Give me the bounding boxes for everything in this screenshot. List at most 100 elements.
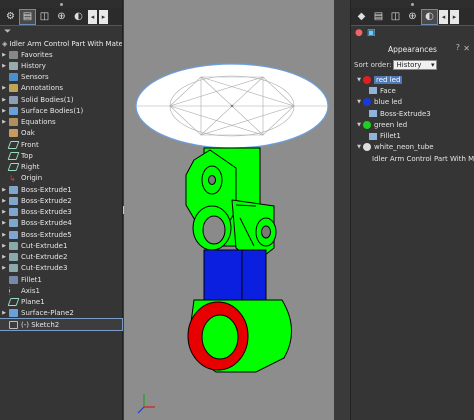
appearance-item[interactable]: ▼ green led: [351, 119, 474, 130]
tree-item-label: Boss-Extrude1: [21, 185, 72, 194]
tree-item[interactable]: ▶ Boss-Extrude4: [0, 218, 122, 229]
help-icon[interactable]: ?: [456, 43, 460, 52]
expand-icon[interactable]: ▶: [0, 265, 8, 271]
feature-icon: [9, 208, 18, 217]
tree-item[interactable]: Top: [0, 150, 122, 161]
red-led-ring[interactable]: [187, 301, 249, 371]
appearance-child[interactable]: Boss-Extrude3: [351, 108, 474, 119]
expand-icon[interactable]: ▶: [0, 310, 8, 316]
blue-shaft[interactable]: [203, 249, 267, 309]
tree-item[interactable]: ▶ History: [0, 60, 122, 71]
expand-icon[interactable]: ▶: [0, 209, 8, 215]
display-manager-panel: ◆ ▤ ◫ ⊕ ◐ ◂ ▸ ● ▣ Appearances ? ✕ Sort order: …: [350, 0, 474, 420]
tree-item[interactable]: ▶ Surface Bodies(1): [0, 105, 122, 116]
appearance-child[interactable]: Idler Arm Control Part With Ma: [351, 153, 474, 164]
rp-tab-display[interactable]: ◐: [421, 8, 438, 25]
rp-tab-appearances[interactable]: ◆: [354, 10, 369, 24]
tree-item[interactable]: ▶ Cut-Extrude3: [0, 263, 122, 274]
collapse-icon[interactable]: ▼: [355, 122, 363, 128]
tree-item[interactable]: ▶ Boss-Extrude1: [0, 184, 122, 195]
decals-icon[interactable]: ▣: [367, 28, 376, 38]
coordinate-triad-icon: [137, 394, 155, 414]
appearance-item[interactable]: ▼ red led: [351, 74, 474, 85]
gear-icon[interactable]: ⚙: [3, 10, 18, 24]
expand-icon[interactable]: ▶: [0, 198, 8, 204]
feature-icon: [9, 84, 18, 93]
tree-item[interactable]: ▶ Favorites: [0, 49, 122, 60]
tree-item[interactable]: ↳ Origin: [0, 173, 122, 184]
tree-item[interactable]: ▶ Solid Bodies(1): [0, 94, 122, 105]
tree-item[interactable]: Oak: [0, 128, 122, 139]
rp-tab-target[interactable]: ⊕: [405, 10, 420, 24]
tree-item[interactable]: ▶ Cut-Extrude2: [0, 252, 122, 263]
expand-icon[interactable]: ▶: [0, 220, 8, 226]
rp-tab-list[interactable]: ▤: [371, 10, 386, 24]
tree-item[interactable]: (-) Sketch2: [0, 317, 123, 332]
part-root-node[interactable]: ◈ Idler Arm Control Part With Material (…: [0, 38, 122, 49]
arrow-left-icon[interactable]: ◂: [88, 9, 97, 24]
expand-icon[interactable]: ▶: [0, 243, 8, 249]
part-icon: ◈: [2, 39, 8, 48]
feature-icon: [369, 87, 377, 95]
rp-tab-config[interactable]: ◫: [388, 10, 403, 24]
arrow-left-icon[interactable]: ◂: [439, 9, 448, 24]
appearance-item[interactable]: ▼ blue led: [351, 97, 474, 108]
tree-item[interactable]: Fillet1: [0, 274, 122, 285]
tree-item-label: Surface-Plane2: [21, 309, 74, 318]
tree-item[interactable]: ▶ Boss-Extrude2: [0, 195, 122, 206]
appearance-ball-icon[interactable]: ●: [355, 28, 363, 38]
filter-icon[interactable]: ⏷: [0, 26, 122, 38]
expand-icon[interactable]: ▶: [0, 52, 8, 58]
appearance-item[interactable]: ▼ white_neon_tube: [351, 142, 474, 153]
expand-icon[interactable]: ▶: [0, 119, 8, 125]
chevron-down-icon: ▾: [430, 61, 435, 69]
crosshair-icon[interactable]: ⊕: [54, 10, 69, 24]
tree-item[interactable]: ▶ Cut-Extrude1: [0, 240, 122, 251]
tree-item[interactable]: Sensors: [0, 72, 122, 83]
tree-item[interactable]: ▶ Boss-Extrude3: [0, 207, 122, 218]
expand-icon[interactable]: ▶: [0, 63, 8, 69]
tree-item[interactable]: ▶ Annotations: [0, 83, 122, 94]
sort-order-value: History: [396, 61, 422, 69]
feature-tree: ▶ Favorites ▶ History Sensors ▶ Annotations ▶ So…: [0, 49, 123, 332]
config-icon[interactable]: ◫: [37, 10, 52, 24]
tree-item[interactable]: ▶ Surface-Plane2: [0, 308, 122, 319]
arrow-right-icon[interactable]: ▸: [450, 9, 459, 24]
feature-icon: [9, 118, 18, 127]
expand-icon[interactable]: ▶: [0, 97, 8, 103]
appearance-label: Fillet1: [380, 132, 401, 141]
feature-icon: [9, 73, 18, 82]
sort-order-select[interactable]: History ▾: [393, 60, 438, 70]
white-neon-disk[interactable]: [135, 63, 329, 149]
arrow-right-icon[interactable]: ▸: [99, 9, 108, 24]
expand-icon[interactable]: ▶: [0, 187, 8, 193]
expand-icon[interactable]: ▶: [0, 232, 8, 238]
display-icon[interactable]: ◐: [71, 10, 86, 24]
list-icon[interactable]: ▤: [19, 8, 36, 25]
tree-item[interactable]: Plane1: [0, 297, 122, 308]
tree-item[interactable]: Right: [0, 162, 122, 173]
feature-manager-panel: ⚙ ▤ ◫ ⊕ ◐ ◂ ▸ ⏷ ◈ Idler Arm Control Part With …: [0, 0, 123, 420]
collapse-icon[interactable]: ▼: [355, 77, 363, 83]
green-upper-body[interactable]: [185, 147, 277, 263]
expand-icon[interactable]: ▶: [0, 85, 8, 91]
graphics-viewport[interactable]: [124, 0, 334, 420]
appearance-ball-icon: [363, 75, 371, 84]
appearance-child[interactable]: Face: [351, 85, 474, 96]
tree-item-label: Origin: [21, 174, 43, 183]
collapse-icon[interactable]: ▼: [355, 144, 363, 150]
panel-grip-right[interactable]: [351, 0, 474, 8]
appearance-child[interactable]: Fillet1: [351, 130, 474, 141]
display-tabs: ◆ ▤ ◫ ⊕ ◐ ◂ ▸: [351, 8, 474, 26]
tree-item[interactable]: Front: [0, 139, 122, 150]
tree-item[interactable]: ▶ Boss-Extrude5: [0, 229, 122, 240]
tree-item[interactable]: ▶ Equations: [0, 117, 122, 128]
panel-grip[interactable]: [0, 0, 122, 8]
feature-icon: [7, 298, 20, 307]
expand-icon[interactable]: ▶: [0, 108, 8, 114]
collapse-icon[interactable]: ▼: [355, 99, 363, 105]
tree-item[interactable]: Axis1: [0, 285, 122, 296]
appearance-label: blue led: [374, 98, 403, 107]
expand-icon[interactable]: ▶: [0, 254, 8, 260]
close-icon[interactable]: ✕: [463, 44, 470, 53]
